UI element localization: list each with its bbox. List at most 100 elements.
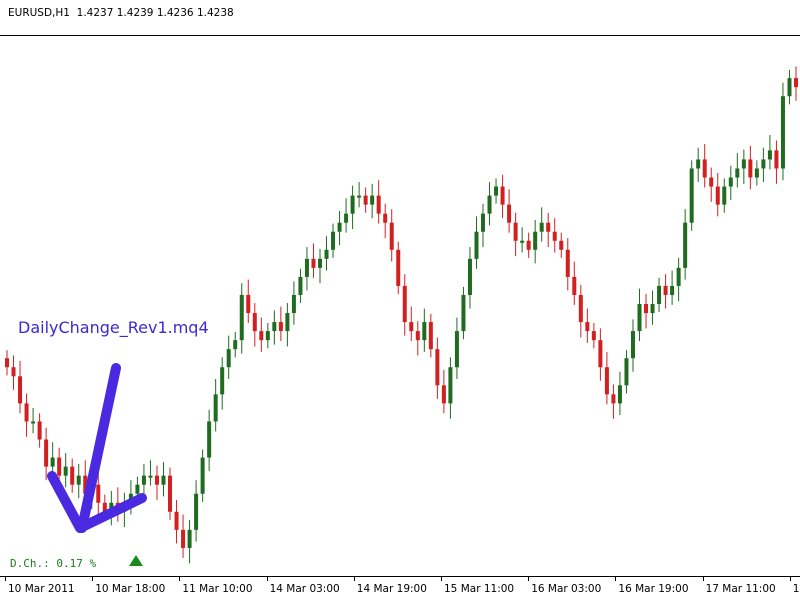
candle-body <box>70 466 75 485</box>
candle-body <box>291 294 296 314</box>
candle-body <box>148 475 153 478</box>
candle-body <box>454 331 459 368</box>
candle-body <box>481 213 486 232</box>
candle-body <box>331 231 336 250</box>
candle <box>18 360 23 414</box>
candle <box>624 350 629 394</box>
candle-body <box>748 159 753 178</box>
candle-body <box>233 340 238 350</box>
candle-body <box>31 421 36 424</box>
candle <box>350 185 355 230</box>
candle-body <box>552 231 557 241</box>
candle <box>630 319 635 372</box>
candle-body <box>657 285 662 304</box>
high-value: 1.4239 <box>116 7 154 19</box>
candle <box>559 232 564 258</box>
time-tick-mark <box>789 577 791 581</box>
candle <box>181 514 186 558</box>
candle <box>637 288 642 342</box>
candle-body <box>63 466 68 476</box>
candle-body <box>728 177 733 187</box>
candle-body <box>487 195 492 214</box>
candle <box>304 247 309 291</box>
candle <box>317 248 322 284</box>
time-tick-label: 11 Mar 10:00 <box>182 583 253 595</box>
candle-body <box>324 249 329 259</box>
candle <box>194 480 199 542</box>
candle-body <box>383 213 388 223</box>
candle <box>754 160 759 186</box>
candle-body <box>539 222 544 232</box>
candle <box>376 180 381 224</box>
candle <box>520 227 525 253</box>
candle-body <box>409 322 414 332</box>
time-tick-mark <box>92 577 94 581</box>
candle <box>207 409 212 472</box>
candle-body <box>520 240 525 243</box>
candle-body <box>389 222 394 250</box>
candle <box>213 378 218 432</box>
candle <box>324 236 329 271</box>
candle-body <box>533 231 538 250</box>
candle-body <box>194 493 199 530</box>
candle-body <box>494 186 499 196</box>
candle-body <box>546 222 551 232</box>
candle <box>259 317 264 352</box>
candle-body <box>396 249 401 286</box>
candle-body <box>181 529 186 548</box>
candle-body <box>226 349 231 368</box>
candle-body <box>741 159 746 169</box>
candle <box>220 357 225 410</box>
candle-body <box>591 331 596 341</box>
candle-body <box>415 331 420 341</box>
candle-body <box>585 322 590 332</box>
candle-body <box>57 457 62 476</box>
candle-body <box>5 358 9 368</box>
candle <box>604 351 609 405</box>
candle <box>578 285 583 338</box>
candle-body <box>187 529 192 548</box>
candle <box>591 322 596 349</box>
candlestick-plot[interactable] <box>0 36 800 576</box>
indicator-name-annotation: DailyChange_Rev1.mq4 <box>18 318 209 337</box>
time-tick-label: 16 Mar 19:00 <box>618 583 689 595</box>
candle-body <box>689 168 694 223</box>
candle <box>663 274 668 309</box>
candle-body <box>154 475 159 485</box>
candle <box>174 500 179 544</box>
candle <box>409 306 414 342</box>
candle <box>709 167 714 202</box>
time-tick-label: 14 Mar 03:00 <box>269 583 340 595</box>
time-tick-mark <box>266 577 268 581</box>
candle-body <box>168 475 173 512</box>
candle-body <box>161 475 166 485</box>
price-chart[interactable] <box>0 36 800 576</box>
candle-body <box>604 367 609 395</box>
candle <box>676 257 681 302</box>
candle-body <box>617 385 622 404</box>
candle <box>389 209 394 262</box>
candle <box>598 328 603 381</box>
candle <box>650 290 655 325</box>
candle-body <box>794 78 798 88</box>
candle <box>507 189 512 233</box>
candle-body <box>344 213 349 223</box>
candle-body <box>611 394 616 404</box>
candle-body <box>96 484 101 503</box>
candle <box>670 270 675 305</box>
candle <box>715 173 720 217</box>
candle-body <box>578 294 583 323</box>
candle-body <box>44 439 49 467</box>
candle-body <box>220 367 225 395</box>
low-value: 1.4236 <box>156 7 194 19</box>
candle <box>689 160 694 231</box>
candle <box>585 308 590 343</box>
candle-body <box>11 367 16 377</box>
daily-change-readout: D.Ch.: 0.17 % <box>10 557 97 570</box>
candle-body <box>428 322 433 350</box>
candle-body <box>285 313 290 332</box>
candle <box>363 187 368 213</box>
candle <box>617 371 622 416</box>
candle-body <box>526 240 531 250</box>
time-tick-mark <box>528 577 530 581</box>
